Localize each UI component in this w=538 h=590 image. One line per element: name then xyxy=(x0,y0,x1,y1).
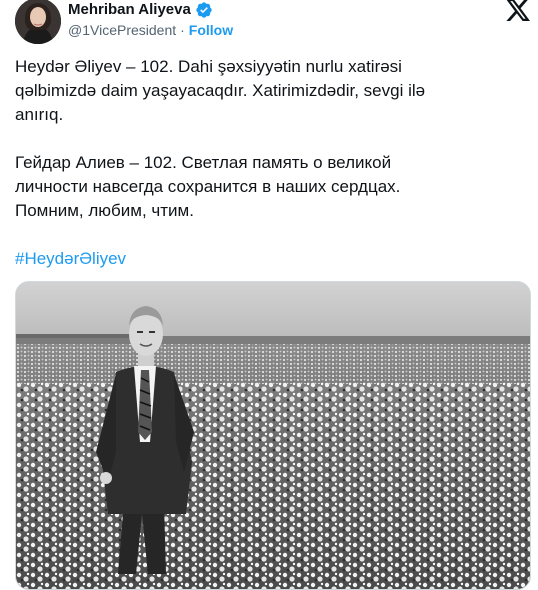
x-logo-icon[interactable] xyxy=(506,0,530,21)
avatar-image xyxy=(15,0,61,44)
tweet: Mehriban Aliyeva @1VicePresident · Follo… xyxy=(0,0,538,590)
tweet-text-azerbaijani: Heydər Əliyev – 102. Dahi şəxsiyyətin nu… xyxy=(15,57,426,124)
author-name-row: Mehriban Aliyeva xyxy=(68,0,213,20)
tweet-text-russian: Гейдар Алиев – 102. Светлая память о вел… xyxy=(15,153,401,220)
author-handle[interactable]: @1VicePresident xyxy=(68,20,176,40)
author-name[interactable]: Mehriban Aliyeva xyxy=(68,0,191,20)
separator-dot: · xyxy=(180,22,185,38)
avatar[interactable] xyxy=(15,0,61,44)
verified-badge-icon xyxy=(195,1,213,19)
photo-man-in-cotton-field xyxy=(16,282,530,589)
hashtag-link[interactable]: #HeydərƏliyev xyxy=(15,247,126,271)
follow-button[interactable]: Follow xyxy=(189,20,233,40)
author-handle-row: @1VicePresident · Follow xyxy=(68,20,233,40)
tweet-photo[interactable] xyxy=(15,281,531,590)
